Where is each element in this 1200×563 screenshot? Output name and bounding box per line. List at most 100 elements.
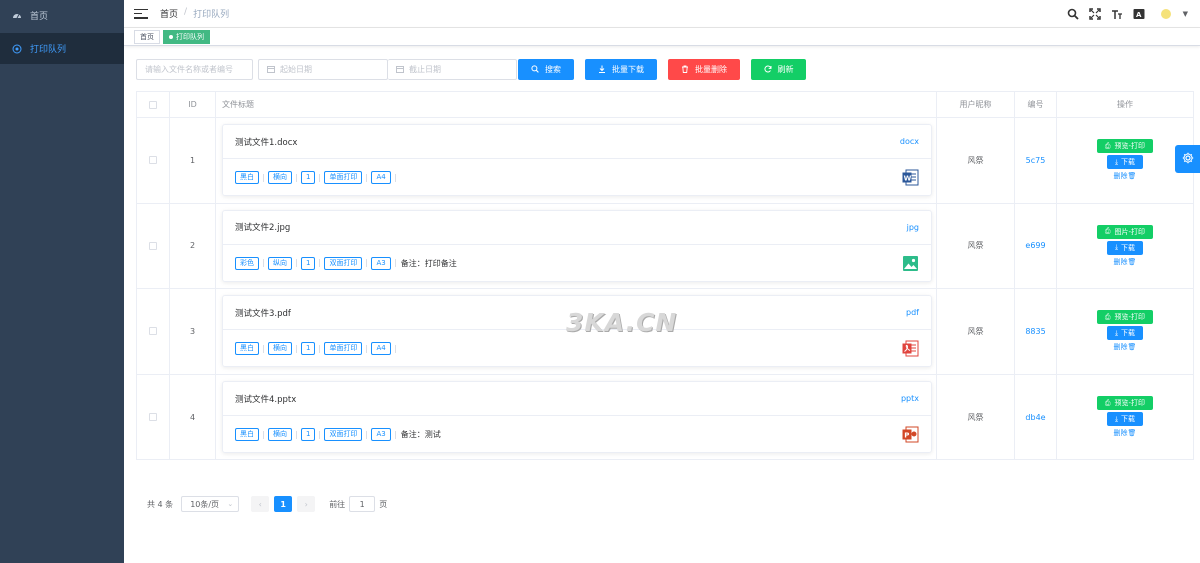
orientation-tag: 横向 [268,342,292,356]
tags-view-item-home[interactable]: 首页 [134,29,160,44]
font-size-icon[interactable] [1111,8,1123,20]
sidebar-item-home[interactable]: 首页 [0,0,124,30]
search-input[interactable]: 请输入文件名称或者编号 [136,59,253,80]
search-button-label: 搜索 [545,65,561,74]
printer-icon: ⎙ [1104,398,1111,407]
row-id: 2 [170,203,216,288]
copies-tag: 1 [301,256,316,270]
trash-icon: 🗑 [1127,172,1137,181]
file-title: 测试文件1.docx [235,137,298,148]
start-date-picker[interactable]: 起始日期 [258,59,388,80]
goto-prefix: 前往 [329,499,346,509]
sidebar-item-label: 首页 [30,11,49,22]
row-id: 4 [170,374,216,460]
goto-page-input[interactable]: 1 [349,496,376,512]
chevron-down-icon[interactable]: ▼ [1183,10,1188,18]
chevron-right-icon: › [304,499,308,509]
row-checkbox[interactable] [149,327,157,336]
orientation-tag: 横向 [268,171,292,185]
watermark: 3KA.CN [566,308,678,337]
search-icon [531,64,539,75]
row-checkbox[interactable] [149,156,157,165]
tags-view-item-print-queue[interactable]: 打印队列 [163,29,210,44]
header-number: 编号 [1015,92,1057,117]
download-button[interactable]: ⤓ 下载 [1106,326,1144,341]
download-icon: ⤓ [1114,157,1119,166]
preview-print-label: 预览-打印 [1114,313,1146,322]
table-row: 1 测试文件1.docx docx 黑白 横向 1 单面打印 A4 W 风祭 5… [137,118,1193,204]
download-icon [598,65,606,75]
row-number[interactable]: 5c75 [1015,118,1057,203]
prev-page-button[interactable]: ‹ [251,496,270,512]
gear-icon [1182,152,1194,167]
sidebar: 首页 打印队列 [0,0,124,563]
file-extension: pptx [900,394,919,404]
row-select-cell [137,203,170,288]
table-header: ID 文件标题 用户昵称 编号 操作 [137,92,1193,118]
row-user: 风祭 [937,374,1015,460]
delete-link[interactable]: 删除🗑 [1114,171,1137,181]
download-label: 下载 [1121,158,1136,167]
next-page-button[interactable]: › [297,496,316,512]
settings-button[interactable] [1175,145,1200,173]
filter-toolbar: 请输入文件名称或者编号 起始日期 截止日期 搜索 批量下载 批量删除 刷新 [136,59,806,80]
language-icon-text: A [1136,11,1142,19]
orientation-tag: 横向 [268,428,292,442]
delete-link[interactable]: 删除🗑 [1114,257,1137,267]
download-button[interactable]: ⤓ 下载 [1106,412,1144,427]
row-number[interactable]: db4e [1015,374,1057,460]
print-queue-icon [12,44,22,54]
file-card: 测试文件4.pptx pptx 黑白 横向 1 双面打印 A3 备注：测试 P [222,381,932,454]
breadcrumb: 首页 / 打印队列 [160,7,229,20]
preview-print-button[interactable]: ⎙ 预览-打印 [1096,139,1154,154]
preview-print-button[interactable]: ⎙ 预览-打印 [1096,396,1154,411]
chevron-left-icon: ‹ [258,499,262,509]
calendar-icon [396,65,404,75]
fullscreen-icon[interactable] [1088,7,1101,20]
sidebar-item-print-queue[interactable]: 打印队列 [0,33,124,64]
delete-link[interactable]: 删除🗑 [1114,342,1137,352]
batch-delete-button[interactable]: 批量删除 [668,59,740,80]
copies-tag: 1 [301,171,316,185]
row-checkbox[interactable] [149,413,157,422]
file-extension: pdf [906,308,919,318]
duplex-tag: 单面打印 [324,171,363,185]
end-date-picker[interactable]: 截止日期 [388,59,517,80]
page-number-current[interactable]: 1 [274,496,293,512]
refresh-icon [763,65,772,75]
batch-download-button[interactable]: 批量下载 [585,59,657,80]
download-button[interactable]: ⤓ 下载 [1106,155,1144,170]
hamburger-menu-icon[interactable] [134,7,148,21]
row-checkbox[interactable] [149,241,157,250]
language-icon[interactable]: A [1133,8,1145,20]
row-number[interactable]: e699 [1015,203,1057,288]
chevron-down-icon: ⌄ [227,500,234,508]
svg-text:P: P [904,432,909,440]
preview-print-button[interactable]: ⎙ 预览-打印 [1096,310,1154,325]
search-icon[interactable] [1067,8,1079,20]
ppt-icon: P [902,426,919,443]
search-button[interactable]: 搜索 [518,59,574,80]
refresh-button[interactable]: 刷新 [751,59,806,80]
select-all-checkbox[interactable] [149,100,157,109]
page-size-select[interactable]: 10条/页 ⌄ [181,496,240,512]
breadcrumb-home[interactable]: 首页 [160,7,178,20]
header-title: 文件标题 [216,92,937,117]
svg-text:W: W [904,175,912,183]
delete-link[interactable]: 删除🗑 [1114,428,1137,438]
row-id: 1 [170,118,216,203]
delete-icon [681,65,689,75]
row-number[interactable]: 8835 [1015,289,1057,374]
avatar[interactable] [1160,8,1171,19]
header-operation: 操作 [1117,100,1133,109]
duplex-tag: 双面打印 [324,428,363,442]
color-mode-tag: 彩色 [235,256,259,270]
image-print-button[interactable]: ⎙ 图片-打印 [1096,224,1154,239]
search-input-placeholder: 请输入文件名称或者编号 [145,65,233,74]
preview-print-label: 预览-打印 [1114,142,1146,151]
download-button[interactable]: ⤓ 下载 [1106,240,1144,255]
image-icon [902,255,919,272]
calendar-icon [267,65,275,75]
batch-delete-label: 批量删除 [695,65,727,74]
row-title-cell: 测试文件1.docx docx 黑白 横向 1 单面打印 A4 W [216,118,937,203]
